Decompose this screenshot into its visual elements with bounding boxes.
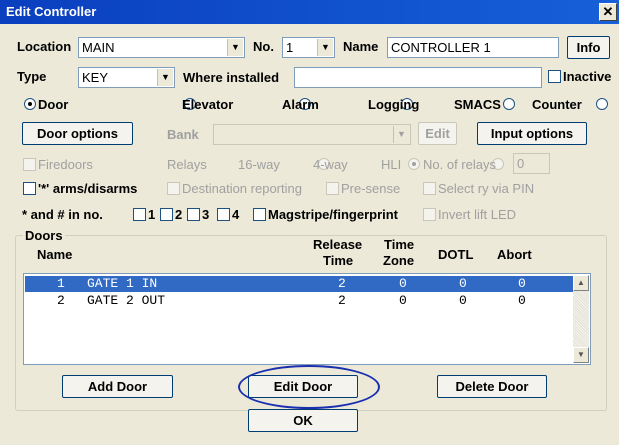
door-number: 1: [57, 276, 65, 291]
select-ry-via-pin-checkbox[interactable]: [423, 182, 436, 195]
star-hash-1-label: 1: [148, 207, 156, 222]
door-name: GATE 1 IN: [87, 276, 158, 291]
table-row[interactable]: 2 GATE 2 OUT 2 0 0 0: [25, 293, 574, 309]
relays-hli-label: HLI: [381, 157, 402, 172]
door-dotl: 0: [459, 293, 467, 308]
number-select[interactable]: 1 ▼: [282, 37, 335, 58]
number-label: No.: [253, 39, 274, 54]
location-select[interactable]: MAIN ▼: [78, 37, 245, 58]
ok-button[interactable]: OK: [248, 409, 358, 432]
info-button[interactable]: Info: [567, 36, 610, 59]
close-icon: ✕: [602, 4, 614, 19]
chevron-down-icon[interactable]: ▼: [227, 39, 243, 56]
star-hash-3-label: 3: [202, 207, 210, 222]
smacs-radio[interactable]: [502, 98, 515, 110]
chevron-down-icon[interactable]: ▼: [393, 126, 409, 143]
door-abort: 0: [518, 276, 526, 291]
counter-radio[interactable]: [596, 98, 609, 110]
firedoors-label: Firedoors: [38, 157, 93, 172]
firedoors-checkbox[interactable]: [23, 158, 36, 171]
column-header-time: Time: [384, 237, 415, 252]
where-installed-input[interactable]: [294, 67, 542, 88]
relays-label: Relays: [167, 157, 207, 172]
door-options-button[interactable]: Door options: [22, 122, 133, 145]
bank-select[interactable]: ▼: [213, 124, 411, 145]
magstripe-checkbox[interactable]: [253, 208, 266, 221]
number-value: 1: [286, 40, 294, 55]
location-label: Location: [17, 39, 72, 54]
vertical-scrollbar[interactable]: ▲ ▼: [573, 275, 589, 363]
star-hash-4-label: 4: [232, 207, 240, 222]
edit-bank-button[interactable]: Edit: [418, 122, 457, 145]
pre-sense-label: Pre-sense: [341, 181, 401, 196]
star-hash-4-checkbox[interactable]: [217, 208, 230, 221]
door-release-time: 2: [338, 293, 346, 308]
star-hash-label: * and # in no.: [22, 207, 103, 222]
name-input[interactable]: CONTROLLER 1: [387, 37, 559, 58]
close-button[interactable]: ✕: [599, 3, 617, 21]
chevron-down-icon[interactable]: ▼: [317, 39, 333, 56]
window-title: Edit Controller: [6, 4, 97, 19]
door-number: 2: [57, 293, 65, 308]
door-abort: 0: [518, 293, 526, 308]
no-of-relays-label: No. of relays: [423, 157, 496, 172]
arms-disarms-checkbox[interactable]: [23, 182, 36, 195]
relays-4way-label: 4-way: [313, 157, 348, 172]
relays-16way-label: 16-way: [238, 157, 280, 172]
column-header-name: Name: [37, 247, 73, 262]
magstripe-label: Magstripe/fingerprint: [268, 207, 399, 222]
name-label: Name: [343, 39, 379, 54]
type-value: KEY: [82, 70, 109, 85]
scroll-down-icon[interactable]: ▼: [573, 347, 589, 363]
bank-label: Bank: [167, 127, 199, 142]
invert-lift-led-checkbox[interactable]: [423, 208, 436, 221]
star-hash-1-checkbox[interactable]: [133, 208, 146, 221]
relays-4way-radio[interactable]: [408, 158, 421, 170]
highlight-ellipse: [238, 365, 380, 409]
door-time-zone: 0: [399, 293, 407, 308]
inactive-label: Inactive: [563, 69, 612, 84]
input-options-button[interactable]: Input options: [477, 122, 587, 145]
pre-sense-checkbox[interactable]: [326, 182, 339, 195]
star-hash-2-checkbox[interactable]: [160, 208, 173, 221]
door-name: GATE 2 OUT: [87, 293, 166, 308]
invert-lift-led-label: Invert lift LED: [438, 207, 517, 222]
star-hash-2-label: 2: [175, 207, 183, 222]
delete-door-button[interactable]: Delete Door: [437, 375, 547, 398]
destination-reporting-label: Destination reporting: [182, 181, 302, 196]
type-label: Type: [17, 69, 47, 84]
smacs-radio-label: SMACS: [454, 97, 501, 112]
chevron-down-icon[interactable]: ▼: [157, 69, 173, 86]
alarm-radio-label: Alarm: [282, 97, 319, 112]
table-row[interactable]: 1 GATE 1 IN 2 0 0 0: [24, 275, 575, 293]
doors-group-label: Doors: [23, 228, 65, 243]
door-dotl: 0: [459, 276, 467, 291]
select-ry-via-pin-label: Select ry via PIN: [438, 181, 535, 196]
no-of-relays-input[interactable]: 0: [513, 153, 550, 174]
star-hash-3-checkbox[interactable]: [187, 208, 200, 221]
logging-radio-label: Logging: [368, 97, 420, 112]
counter-radio-label: Counter: [532, 97, 582, 112]
column-header-release-time: Time: [323, 253, 354, 268]
doors-list[interactable]: 1 GATE 1 IN 2 0 0 0 2 GATE 2 OUT 2 0 0 0…: [23, 273, 591, 365]
location-value: MAIN: [82, 40, 115, 55]
add-door-button[interactable]: Add Door: [62, 375, 173, 398]
column-header-release: Release: [313, 237, 363, 252]
elevator-radio-label: Elevator: [182, 97, 234, 112]
inactive-checkbox[interactable]: [548, 70, 561, 83]
door-release-time: 2: [338, 276, 346, 291]
door-radio-label: Door: [38, 97, 69, 112]
where-installed-label: Where installed: [183, 70, 280, 85]
scroll-up-icon[interactable]: ▲: [573, 275, 589, 291]
column-header-dotl: DOTL: [438, 247, 474, 262]
destination-reporting-checkbox[interactable]: [167, 182, 180, 195]
column-header-abort: Abort: [497, 247, 532, 262]
arms-disarms-label: '*' arms/disarms: [38, 181, 138, 196]
column-header-zone: Zone: [383, 253, 415, 268]
door-time-zone: 0: [399, 276, 407, 291]
door-radio[interactable]: [24, 98, 36, 110]
type-select[interactable]: KEY ▼: [78, 67, 175, 88]
